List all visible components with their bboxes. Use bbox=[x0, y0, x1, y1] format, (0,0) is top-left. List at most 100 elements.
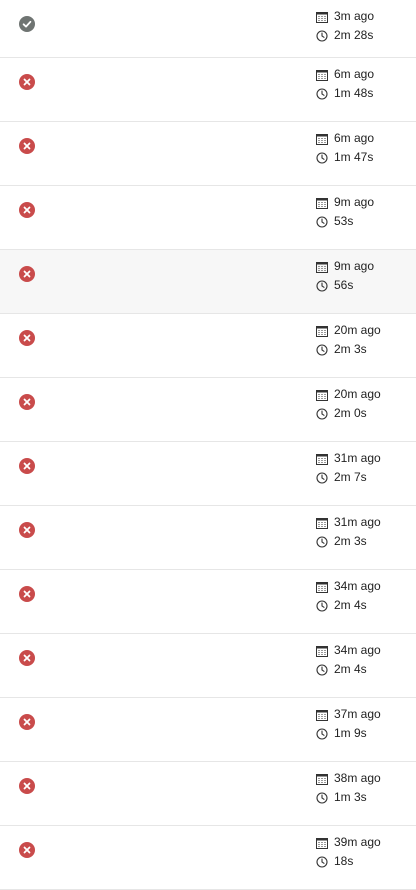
x-circle-icon bbox=[19, 650, 35, 666]
started-line: 9m ago bbox=[316, 257, 412, 276]
duration: 2m 0s bbox=[334, 406, 367, 420]
x-circle-icon bbox=[19, 458, 35, 474]
duration-line: 2m 3s bbox=[316, 340, 412, 359]
started-time: 37m ago bbox=[334, 707, 381, 721]
x-circle-icon bbox=[19, 714, 35, 730]
calendar-icon bbox=[316, 645, 328, 657]
run-row[interactable]: 9m ago 53s bbox=[0, 186, 416, 250]
x-circle-icon bbox=[19, 266, 35, 282]
run-row[interactable]: 37m ago 1m 9s bbox=[0, 698, 416, 762]
started-line: 37m ago bbox=[316, 705, 412, 724]
clock-icon bbox=[316, 407, 328, 420]
duration-line: 1m 9s bbox=[316, 724, 412, 743]
started-line: 34m ago bbox=[316, 641, 412, 660]
clock-icon bbox=[316, 29, 328, 42]
duration: 1m 3s bbox=[334, 790, 367, 804]
duration-line: 2m 4s bbox=[316, 660, 412, 679]
duration: 2m 28s bbox=[334, 28, 374, 42]
run-row[interactable]: 31m ago 2m 7s bbox=[0, 442, 416, 506]
calendar-icon bbox=[316, 197, 328, 209]
run-row[interactable]: 9m ago 56s bbox=[0, 250, 416, 314]
run-meta: 37m ago 1m 9s bbox=[316, 705, 412, 743]
duration-line: 1m 48s bbox=[316, 84, 412, 103]
run-meta: 6m ago 1m 47s bbox=[316, 129, 412, 167]
started-time: 38m ago bbox=[334, 771, 381, 785]
clock-icon bbox=[316, 151, 328, 164]
run-meta: 20m ago 2m 3s bbox=[316, 321, 412, 359]
started-line: 38m ago bbox=[316, 769, 412, 788]
clock-icon bbox=[316, 727, 328, 740]
calendar-icon bbox=[316, 261, 328, 273]
started-time: 34m ago bbox=[334, 643, 381, 657]
started-line: 34m ago bbox=[316, 577, 412, 596]
run-meta: 34m ago 2m 4s bbox=[316, 577, 412, 615]
duration: 1m 48s bbox=[334, 86, 374, 100]
started-time: 31m ago bbox=[334, 451, 381, 465]
duration-line: 56s bbox=[316, 276, 412, 295]
calendar-icon bbox=[316, 325, 328, 337]
calendar-icon bbox=[316, 11, 328, 23]
duration-line: 2m 7s bbox=[316, 468, 412, 487]
run-meta: 6m ago 1m 48s bbox=[316, 65, 412, 103]
run-row[interactable]: 34m ago 2m 4s bbox=[0, 634, 416, 698]
started-line: 31m ago bbox=[316, 449, 412, 468]
started-line: 20m ago bbox=[316, 321, 412, 340]
run-row[interactable]: 20m ago 2m 3s bbox=[0, 314, 416, 378]
x-circle-icon bbox=[19, 778, 35, 794]
started-time: 39m ago bbox=[334, 835, 381, 849]
calendar-icon bbox=[316, 837, 328, 849]
started-line: 39m ago bbox=[316, 833, 412, 852]
clock-icon bbox=[316, 599, 328, 612]
started-time: 20m ago bbox=[334, 323, 381, 337]
x-circle-icon bbox=[19, 522, 35, 538]
clock-icon bbox=[316, 343, 328, 356]
x-circle-icon bbox=[19, 74, 35, 90]
clock-icon bbox=[316, 535, 328, 548]
run-row[interactable]: 31m ago 2m 3s bbox=[0, 506, 416, 570]
calendar-icon bbox=[316, 517, 328, 529]
calendar-icon bbox=[316, 69, 328, 81]
started-line: 9m ago bbox=[316, 193, 412, 212]
duration-line: 2m 3s bbox=[316, 532, 412, 551]
run-row[interactable]: 3m ago 2m 28s bbox=[0, 0, 416, 58]
run-row[interactable]: 38m ago 1m 3s bbox=[0, 762, 416, 826]
started-time: 6m ago bbox=[334, 67, 375, 81]
clock-icon bbox=[316, 663, 328, 676]
run-meta: 9m ago 56s bbox=[316, 257, 412, 295]
run-row[interactable]: 34m ago 2m 4s bbox=[0, 570, 416, 634]
clock-icon bbox=[316, 87, 328, 100]
calendar-icon bbox=[316, 709, 328, 721]
run-row[interactable]: 20m ago 2m 0s bbox=[0, 378, 416, 442]
run-row[interactable]: 6m ago 1m 48s bbox=[0, 58, 416, 122]
duration-line: 2m 28s bbox=[316, 26, 412, 45]
x-circle-icon bbox=[19, 138, 35, 154]
duration-line: 2m 0s bbox=[316, 404, 412, 423]
clock-icon bbox=[316, 279, 328, 292]
calendar-icon bbox=[316, 389, 328, 401]
x-circle-icon bbox=[19, 202, 35, 218]
started-time: 9m ago bbox=[334, 195, 375, 209]
check-circle-icon bbox=[19, 16, 35, 32]
calendar-icon bbox=[316, 581, 328, 593]
duration: 2m 4s bbox=[334, 598, 367, 612]
run-row[interactable]: 39m ago 18s bbox=[0, 826, 416, 890]
started-line: 31m ago bbox=[316, 513, 412, 532]
started-time: 3m ago bbox=[334, 9, 375, 23]
duration: 1m 9s bbox=[334, 726, 367, 740]
duration: 1m 47s bbox=[334, 150, 374, 164]
duration: 53s bbox=[334, 214, 354, 228]
x-circle-icon bbox=[19, 842, 35, 858]
clock-icon bbox=[316, 215, 328, 228]
started-time: 20m ago bbox=[334, 387, 381, 401]
run-row[interactable]: 6m ago 1m 47s bbox=[0, 122, 416, 186]
run-meta: 3m ago 2m 28s bbox=[316, 7, 412, 45]
x-circle-icon bbox=[19, 394, 35, 410]
run-meta: 31m ago 2m 7s bbox=[316, 449, 412, 487]
run-meta: 9m ago 53s bbox=[316, 193, 412, 231]
duration: 2m 7s bbox=[334, 470, 367, 484]
duration: 18s bbox=[334, 854, 354, 868]
duration-line: 18s bbox=[316, 852, 412, 871]
clock-icon bbox=[316, 791, 328, 804]
duration: 56s bbox=[334, 278, 354, 292]
x-circle-icon bbox=[19, 330, 35, 346]
